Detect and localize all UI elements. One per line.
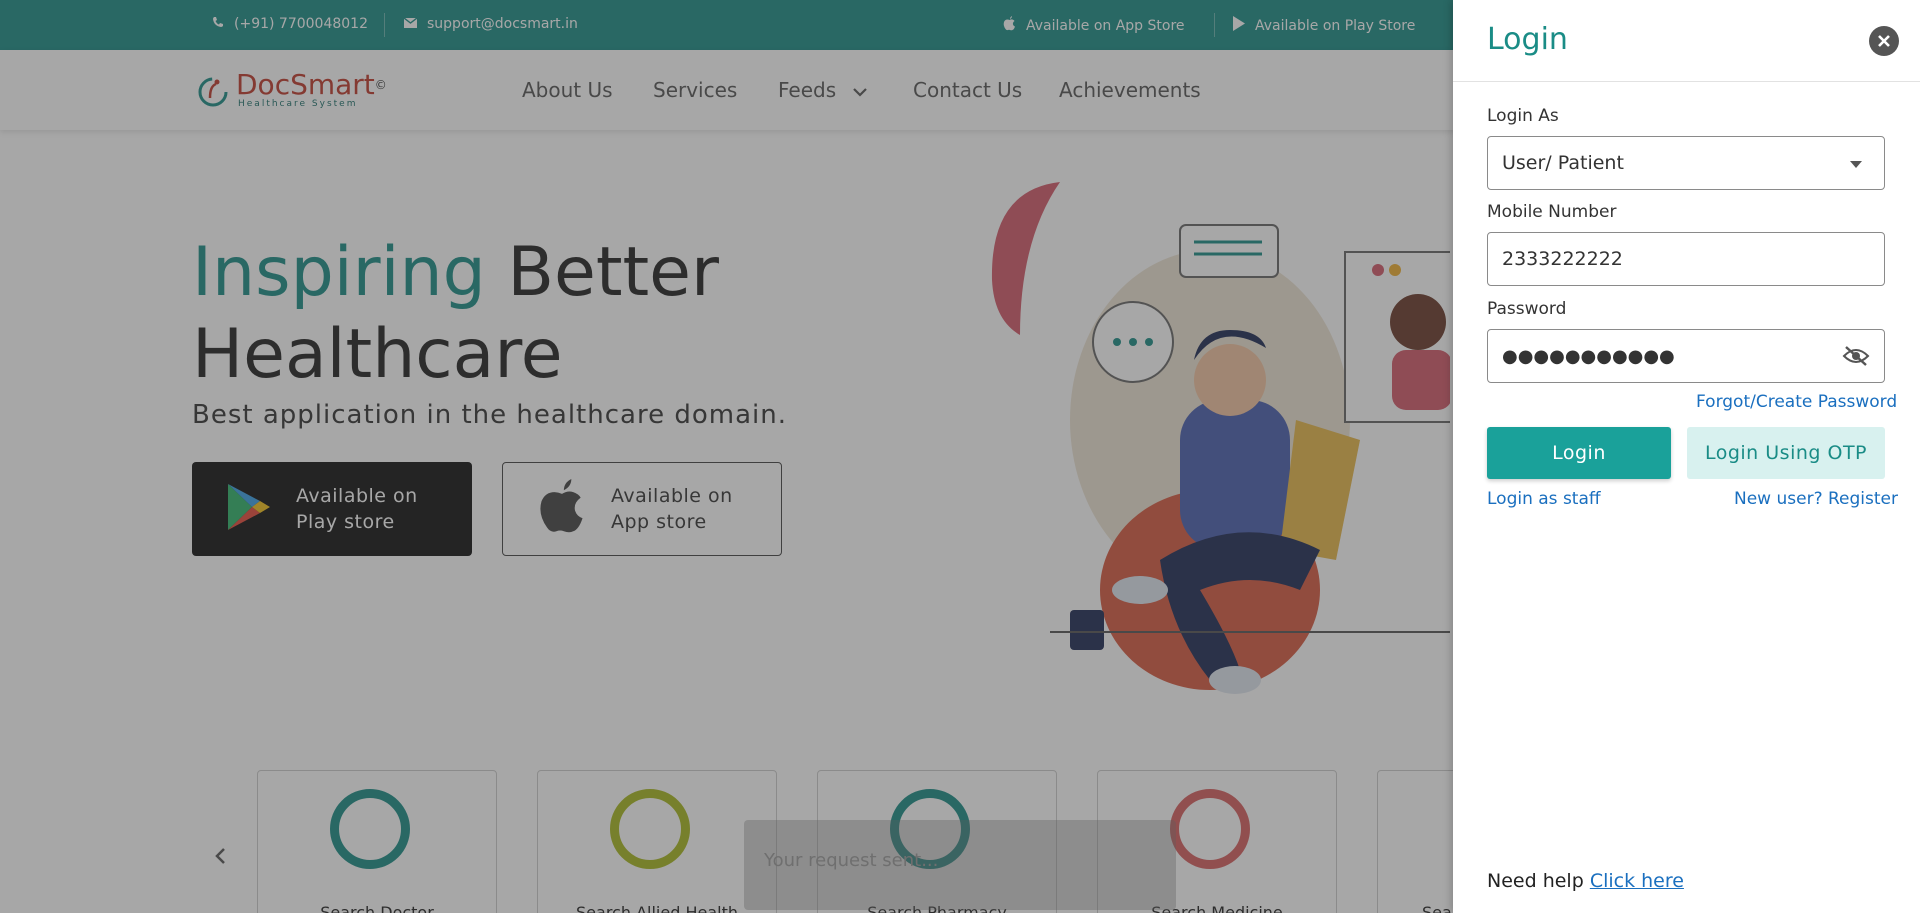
need-help-text: Need help [1487,870,1584,892]
need-help: Need help Click here [1487,870,1684,892]
modal-backdrop[interactable] [0,0,1453,913]
login-as-staff-link[interactable]: Login as staff [1487,489,1601,509]
forgot-password-link[interactable]: Forgot/Create Password [1696,392,1897,412]
password-label: Password [1487,299,1567,319]
login-button[interactable]: Login [1487,427,1671,479]
eye-slash-icon[interactable] [1842,344,1870,368]
help-click-here-link[interactable]: Click here [1590,870,1684,892]
mobile-number-label: Mobile Number [1487,202,1617,222]
password-value: ●●●●●●●●●●● [1502,345,1675,367]
register-link[interactable]: New user? Register [1734,489,1898,509]
password-input[interactable]: ●●●●●●●●●●● [1487,329,1885,383]
login-as-select[interactable]: User/ Patient [1487,136,1885,190]
login-drawer: Login Login As User/ Patient Mobile Numb… [1453,0,1920,913]
login-as-value: User/ Patient [1502,152,1624,174]
login-as-label: Login As [1487,106,1559,126]
close-button[interactable] [1869,26,1899,56]
mobile-number-value: 2333222222 [1502,248,1623,270]
dropdown-caret-icon [1850,161,1862,168]
mobile-number-input[interactable]: 2333222222 [1487,232,1885,286]
login-title: Login [1487,22,1568,57]
close-icon [1877,29,1891,53]
login-header: Login [1453,0,1920,82]
login-otp-button[interactable]: Login Using OTP [1687,427,1885,479]
